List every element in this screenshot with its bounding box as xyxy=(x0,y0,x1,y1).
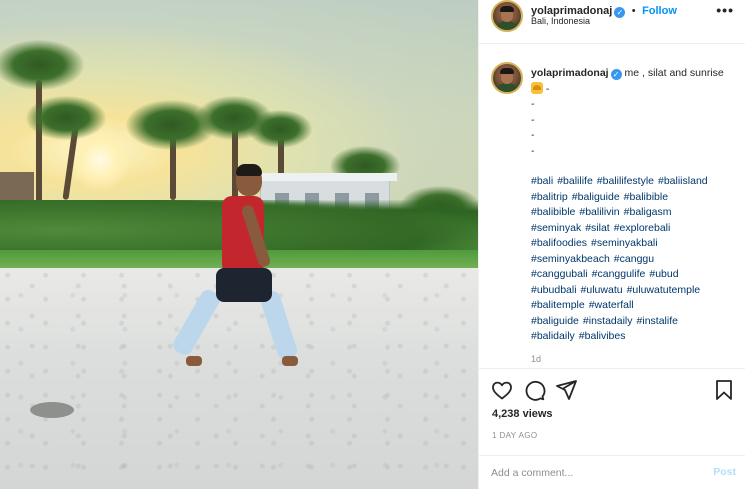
comment-input[interactable] xyxy=(491,465,691,481)
hashtag-link[interactable]: #baliguide xyxy=(572,191,620,203)
location-link[interactable]: Bali, Indonesia xyxy=(531,16,590,26)
caption-dash: - xyxy=(545,82,550,95)
person-foot xyxy=(282,356,298,366)
caption-text: me , silat and sunrise xyxy=(624,67,724,79)
hashtag-link[interactable]: #balitrip xyxy=(531,191,568,203)
caption-username[interactable]: yolaprimadonaj xyxy=(531,67,609,79)
hashtag-line: #balidaily #balivibes xyxy=(531,329,736,345)
hashtag-link[interactable]: #balilifestyle xyxy=(597,175,654,187)
send-icon[interactable] xyxy=(554,378,578,402)
hashtag-link[interactable]: #canggulife xyxy=(592,268,646,280)
hashtag-link[interactable]: #instalife xyxy=(637,315,678,327)
hashtag-link[interactable]: #balibible xyxy=(624,191,668,203)
palm-tree-crown xyxy=(248,110,312,148)
hashtag-line: #bali #balilife #balilifestyle #baliisland xyxy=(531,174,736,190)
avatar-hair xyxy=(500,6,514,12)
verified-badge-icon: ✓ xyxy=(614,7,626,18)
view-count[interactable]: 4,238 views xyxy=(492,408,553,420)
person-hair xyxy=(236,164,262,176)
caption-dash: - xyxy=(531,144,535,157)
hashtag-line: #balibible #balilivin #baligasm xyxy=(531,205,736,221)
action-bar xyxy=(479,368,745,412)
hashtag-line: #balitemple #waterfall xyxy=(531,298,736,314)
caption-dash: - xyxy=(531,113,535,126)
separator-dot: • xyxy=(631,5,636,17)
bookmark-icon[interactable] xyxy=(712,378,736,402)
comment-time-ago: 1d xyxy=(531,354,542,364)
hashtag-link[interactable]: #uluwatutemple xyxy=(627,284,701,296)
hashtag-link[interactable]: #baliguide xyxy=(531,315,579,327)
hashtag-line: #ubudbali #uluwatu #uluwatutemple xyxy=(531,283,736,299)
hashtag-link[interactable]: #seminyakbali xyxy=(591,237,658,249)
avatar-shirt xyxy=(497,21,517,30)
person-foot xyxy=(186,356,202,366)
avatar[interactable] xyxy=(491,62,523,94)
hashtag-link[interactable]: #balifoodies xyxy=(531,237,587,249)
hashtag-line: #seminyak #silat #explorebali xyxy=(531,221,736,237)
rock xyxy=(30,402,74,418)
hashtag-link[interactable]: #instadaily xyxy=(583,315,633,327)
heart-icon[interactable] xyxy=(490,378,514,402)
hashtag-link[interactable]: #balidaily xyxy=(531,330,575,342)
avatar[interactable] xyxy=(491,0,523,32)
hashtag-link[interactable]: #balilife xyxy=(557,175,593,187)
person-shorts xyxy=(216,268,272,302)
comment-icon[interactable] xyxy=(522,378,546,402)
post-comment-button[interactable]: Post xyxy=(713,466,736,478)
hashtag-link[interactable]: #explorebali xyxy=(614,222,671,234)
follow-button[interactable]: Follow xyxy=(642,5,677,17)
person-silat-pose xyxy=(170,160,310,380)
hashtag-line: #baliguide #instadaily #instalife xyxy=(531,314,736,330)
hashtag-line: #balitrip #baliguide #balibible xyxy=(531,190,736,206)
caption-dash: - xyxy=(531,129,535,141)
post-video[interactable] xyxy=(0,0,478,489)
avatar-hair xyxy=(500,68,514,74)
hashtag-line: #balifoodies #seminyakbali xyxy=(531,236,736,252)
hashtag-line: #seminyakbeach #canggu xyxy=(531,252,736,268)
avatar-shirt xyxy=(497,83,517,92)
palm-tree-crown xyxy=(26,96,106,140)
hashtag-link[interactable]: #balivibes xyxy=(579,330,626,342)
hashtag-link[interactable]: #bali xyxy=(531,175,553,187)
sun-glow xyxy=(70,130,130,190)
post-date[interactable]: 1 DAY AGO xyxy=(492,431,538,440)
hashtag-link[interactable]: #canggu xyxy=(614,253,654,265)
hashtag-link[interactable]: #ubudbali xyxy=(531,284,577,296)
comments-section[interactable]: yolaprimadonaj ✓ me , silat and sunrise -… xyxy=(479,44,745,368)
hashtag-link[interactable]: #waterfall xyxy=(589,299,634,311)
hashtag-link[interactable]: #canggubali xyxy=(531,268,588,280)
caption-dash: - xyxy=(531,98,535,110)
hashtag-link[interactable]: #seminyak xyxy=(531,222,581,234)
hashtag-link[interactable]: #baligasm xyxy=(624,206,672,218)
post-sidebar: yolaprimadonaj ✓ • Follow Bali, Indonesia… xyxy=(478,0,745,489)
hashtag-link[interactable]: #balitemple xyxy=(531,299,585,311)
add-comment-bar: Post xyxy=(479,455,745,489)
hashtag-link[interactable]: #silat xyxy=(585,222,610,234)
post-header: yolaprimadonaj ✓ • Follow Bali, Indonesia… xyxy=(479,0,745,44)
hashtag-link[interactable]: #seminyakbeach xyxy=(531,253,610,265)
hashtag-link[interactable]: #baliisland xyxy=(658,175,708,187)
hashtag-link[interactable]: #uluwatu xyxy=(581,284,623,296)
hashtag-link[interactable]: #ubud xyxy=(649,268,678,280)
post-caption: yolaprimadonaj ✓ me , silat and sunrise -… xyxy=(531,66,736,159)
more-options-icon[interactable]: ••• xyxy=(716,2,734,18)
verified-badge-icon: ✓ xyxy=(610,69,622,80)
hashtag-link[interactable]: #balibible xyxy=(531,206,575,218)
hashtag-link[interactable]: #balilivin xyxy=(579,206,619,218)
sunrise-emoji-icon xyxy=(531,81,543,94)
hashtag-line: #canggubali #canggulife #ubud xyxy=(531,267,736,283)
hashtag-list: #bali #balilife #balilifestyle #baliisland … xyxy=(531,174,736,345)
